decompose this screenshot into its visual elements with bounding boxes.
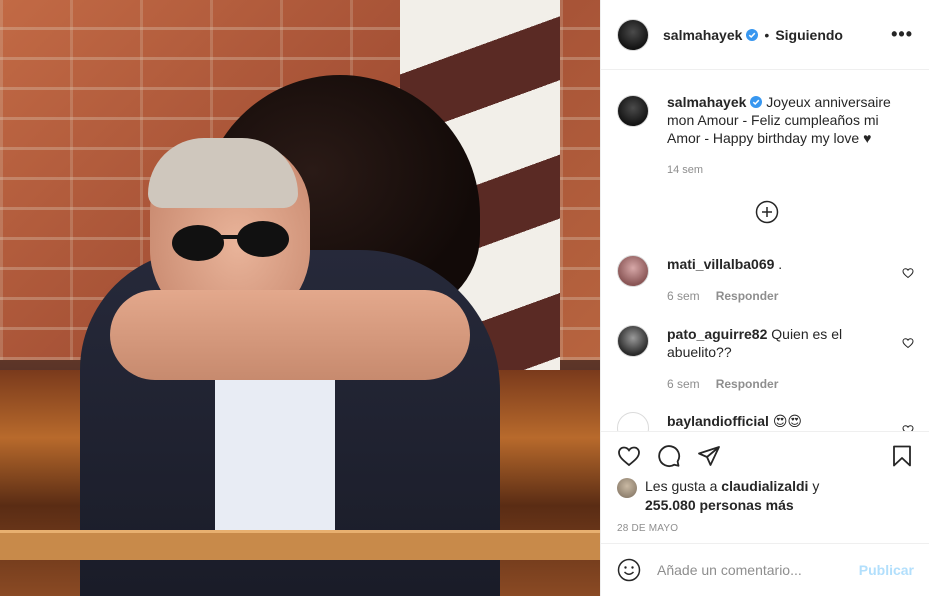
reply-button[interactable]: Responder bbox=[716, 375, 779, 393]
post-date[interactable]: 28 DE MAYO bbox=[617, 523, 914, 534]
comment-meta: 6 sem Responder bbox=[667, 375, 902, 393]
likes-prefix: Les gusta a bbox=[645, 478, 718, 494]
author-avatar[interactable] bbox=[617, 18, 649, 51]
post-caption: salmahayek Joyeux anniversaire mon Amour… bbox=[617, 71, 914, 179]
post-photo[interactable] bbox=[0, 0, 600, 596]
like-comment-heart-icon[interactable] bbox=[902, 267, 914, 279]
verified-badge-icon bbox=[746, 28, 759, 41]
comment-body: mati_villalba069 . 6 sem Responder bbox=[667, 255, 902, 305]
likes-text: Les gusta a claudializaldi y 255.080 per… bbox=[645, 477, 819, 515]
caption-body: salmahayek Joyeux anniversaire mon Amour… bbox=[667, 93, 914, 179]
comment-username[interactable]: mati_villalba069 bbox=[667, 256, 774, 272]
post-actions: Les gusta a claudializaldi y 255.080 per… bbox=[601, 431, 929, 534]
comment-item: mati_villalba069 . 6 sem Responder bbox=[617, 255, 914, 305]
header-separator: • bbox=[764, 26, 770, 43]
instagram-post: salmahayek • Siguiendo ••• salmahayek Jo… bbox=[0, 0, 929, 596]
likes-connector: y bbox=[812, 478, 820, 494]
reply-button[interactable]: Responder bbox=[716, 287, 779, 305]
commenter-avatar[interactable] bbox=[617, 412, 649, 431]
load-more-comments-icon[interactable] bbox=[755, 200, 779, 224]
post-side-panel: salmahayek • Siguiendo ••• salmahayek Jo… bbox=[600, 0, 929, 596]
publish-button[interactable]: Publicar bbox=[859, 562, 914, 578]
photo-boat-rail bbox=[0, 530, 600, 560]
comment-meta: 6 sem Responder bbox=[667, 287, 902, 305]
caption-time[interactable]: 14 sem bbox=[667, 161, 914, 179]
photo-man-hair bbox=[148, 138, 298, 208]
post-header: salmahayek • Siguiendo ••• bbox=[601, 0, 929, 70]
comment-bubble-icon[interactable] bbox=[657, 444, 681, 468]
likes-count[interactable]: 255.080 personas más bbox=[645, 497, 794, 513]
comment-time[interactable]: 6 sem bbox=[667, 375, 700, 393]
author-username[interactable]: salmahayek bbox=[663, 27, 742, 43]
more-horizontal-icon[interactable]: ••• bbox=[891, 24, 913, 45]
photo-sunglasses bbox=[172, 221, 289, 261]
photo-hugging-arms bbox=[110, 290, 470, 380]
comment-time[interactable]: 6 sem bbox=[667, 287, 700, 305]
add-comment-bar: Publicar bbox=[601, 543, 929, 596]
liker-avatar[interactable] bbox=[617, 478, 637, 498]
following-button[interactable]: Siguiendo bbox=[775, 27, 843, 43]
action-buttons bbox=[617, 432, 914, 480]
like-comment-heart-icon[interactable] bbox=[902, 424, 914, 431]
share-paper-plane-icon[interactable] bbox=[697, 444, 721, 468]
comment-item: pato_aguirre82 Quien es el abuelito?? 6 … bbox=[617, 325, 914, 393]
caption-avatar[interactable] bbox=[617, 95, 649, 127]
comment-body: pato_aguirre82 Quien es el abuelito?? 6 … bbox=[667, 325, 902, 393]
add-comment-input[interactable] bbox=[657, 562, 859, 578]
emoji-smiley-icon[interactable] bbox=[617, 558, 641, 582]
comment-username[interactable]: baylandiofficial bbox=[667, 413, 769, 429]
liker-username[interactable]: claudializaldi bbox=[721, 478, 808, 494]
caption-username[interactable]: salmahayek bbox=[667, 94, 746, 110]
like-comment-heart-icon[interactable] bbox=[902, 337, 914, 349]
likes-summary: Les gusta a claudializaldi y 255.080 per… bbox=[617, 477, 914, 515]
comment-text: 😍😍 bbox=[772, 413, 803, 429]
comments-area[interactable]: salmahayek Joyeux anniversaire mon Amour… bbox=[601, 71, 929, 431]
comment-username[interactable]: pato_aguirre82 bbox=[667, 326, 767, 342]
commenter-avatar[interactable] bbox=[617, 325, 649, 357]
verified-badge-icon bbox=[750, 96, 763, 108]
like-heart-icon[interactable] bbox=[617, 444, 641, 468]
comment-body: baylandiofficial 😍😍 bbox=[667, 412, 902, 431]
save-bookmark-icon[interactable] bbox=[890, 444, 914, 468]
comment-item: baylandiofficial 😍😍 bbox=[617, 412, 914, 431]
comment-text: . bbox=[778, 256, 783, 272]
commenter-avatar[interactable] bbox=[617, 255, 649, 287]
